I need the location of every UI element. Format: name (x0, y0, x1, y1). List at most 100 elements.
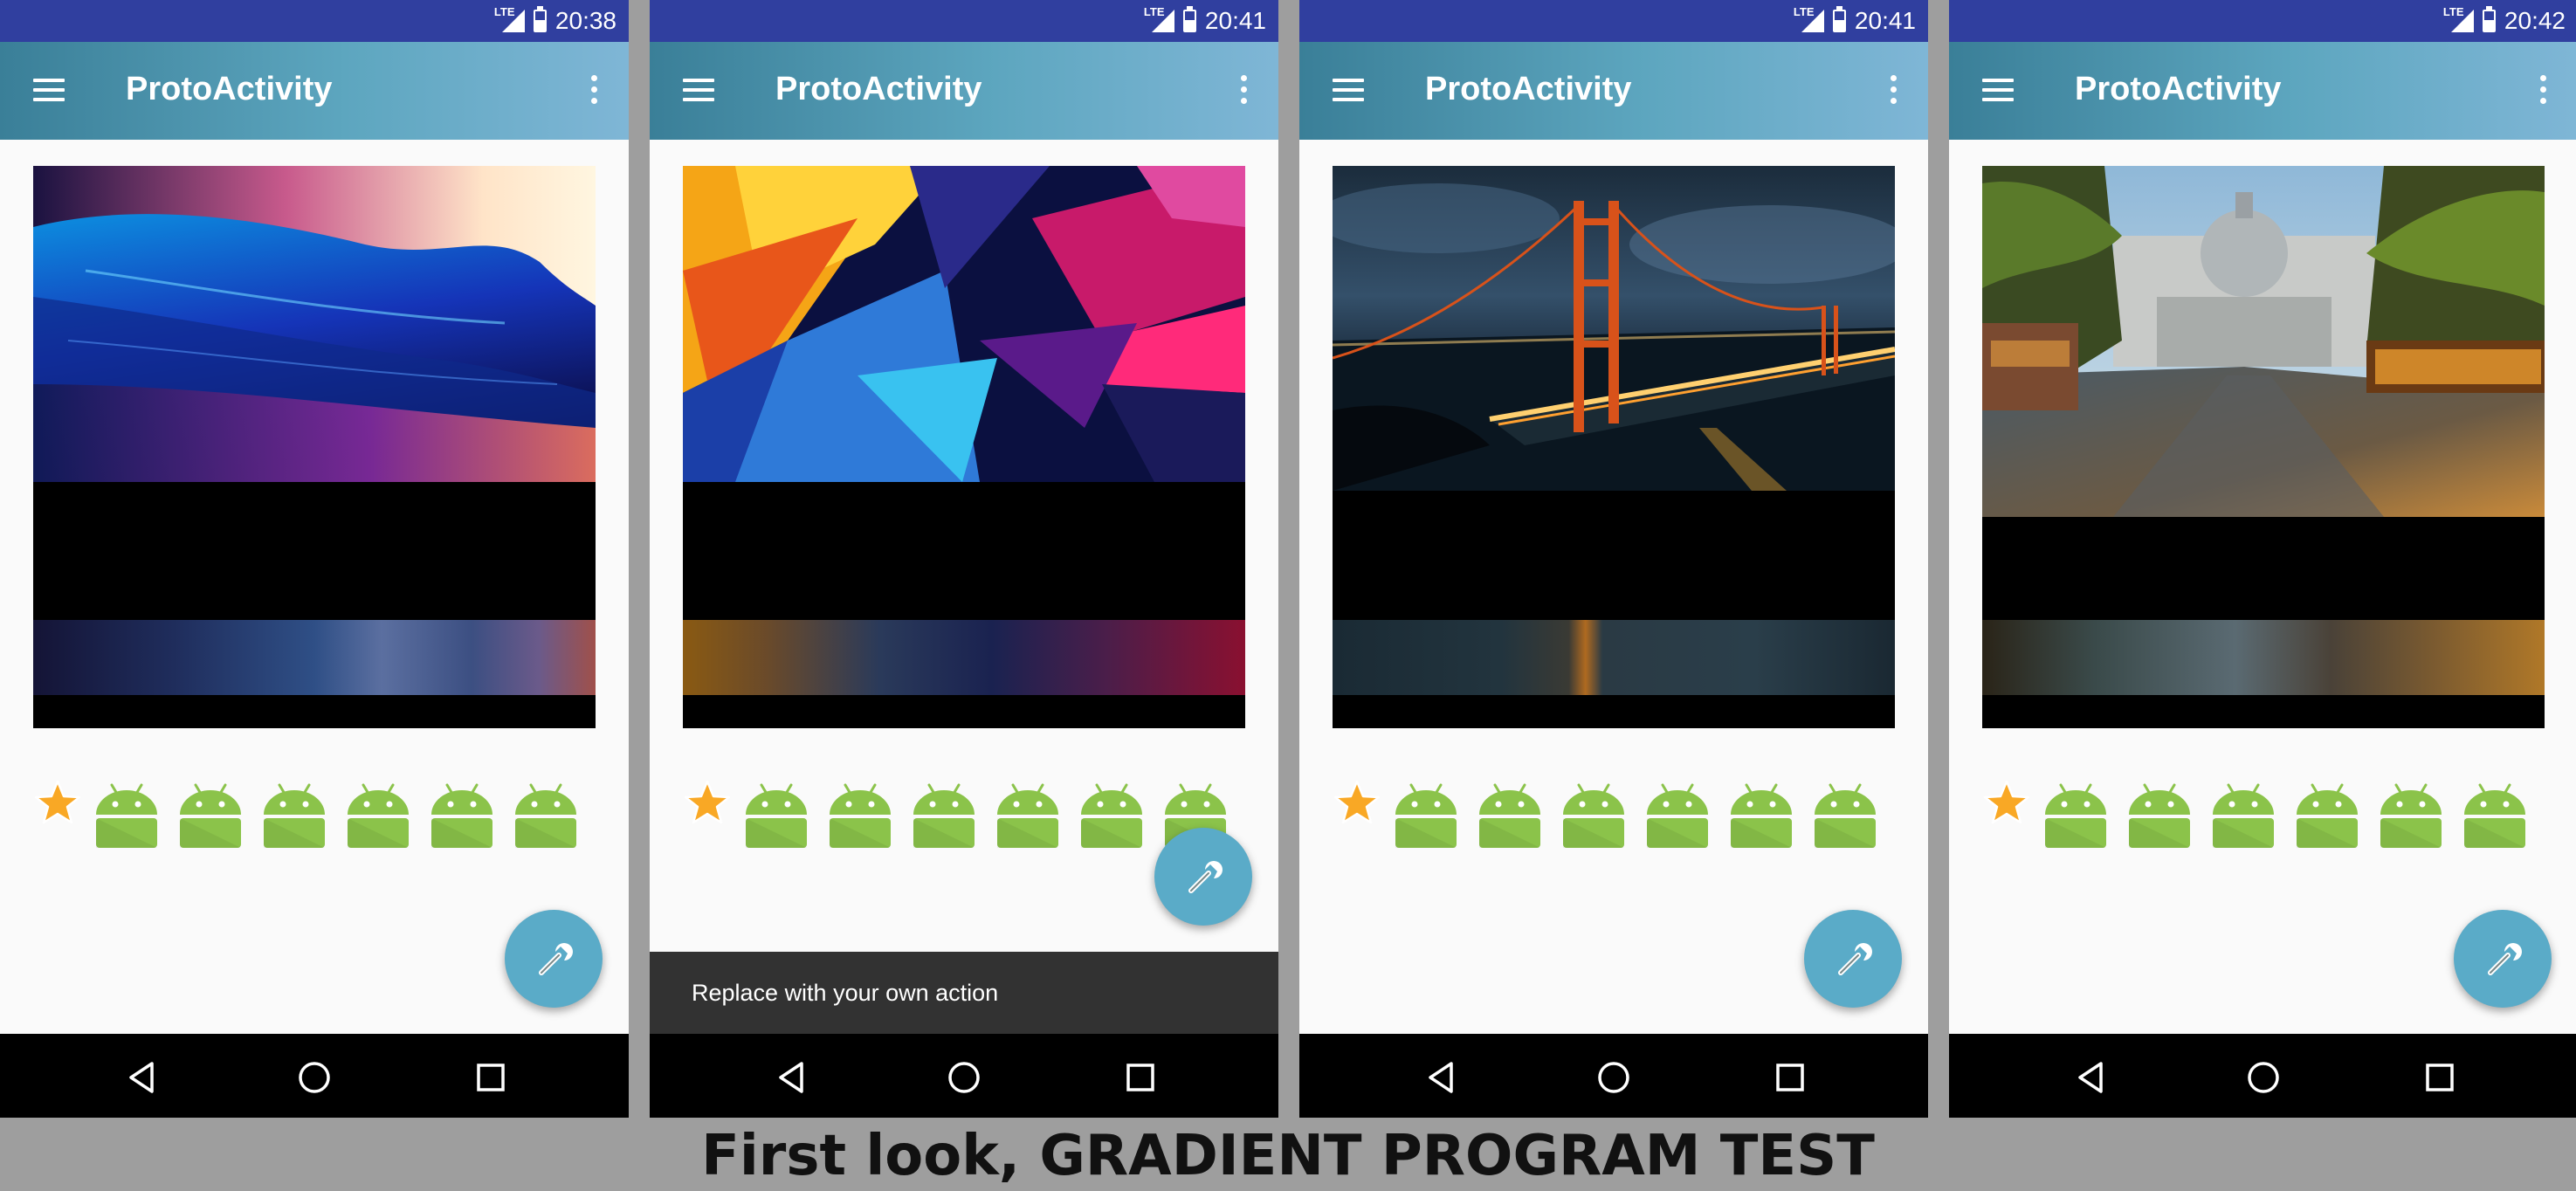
wrench-icon (539, 943, 573, 975)
wrench-fab-button[interactable] (1154, 828, 1252, 926)
android-robot-icon[interactable] (2543, 780, 2548, 848)
app-title: ProtoActivity (1425, 71, 1632, 107)
status-bar: LTE 20:38 (0, 0, 629, 42)
hamburger-menu-icon[interactable] (683, 77, 714, 103)
back-triangle-icon[interactable] (1422, 1058, 1460, 1097)
icon-row (33, 773, 599, 848)
android-robot-icon[interactable] (342, 780, 414, 848)
photo-abstract-wave (33, 166, 596, 482)
android-robot-icon[interactable] (258, 780, 330, 848)
battery-icon (1182, 6, 1196, 32)
app-title: ProtoActivity (775, 71, 982, 107)
phone-screen-1: LTE 20:38 ProtoActivity (0, 0, 629, 1118)
back-triangle-icon[interactable] (772, 1058, 810, 1097)
battery-icon (533, 6, 547, 32)
app-toolbar: ProtoActivity (1299, 42, 1928, 140)
gradient-strip (1982, 620, 2545, 695)
image-preview (1982, 166, 2545, 728)
app-title: ProtoActivity (2075, 71, 2282, 107)
star-icon[interactable] (1982, 778, 2031, 827)
figure-caption: First look, GRADIENT PROGRAM TEST (701, 1124, 1875, 1188)
navigation-bar (1299, 1034, 1928, 1118)
android-robot-icon[interactable] (2208, 780, 2279, 848)
android-robot-icon[interactable] (1558, 780, 1629, 848)
app-toolbar: ProtoActivity (650, 42, 1278, 140)
star-icon[interactable] (683, 778, 732, 827)
image-preview (1333, 166, 1895, 728)
recents-square-icon[interactable] (472, 1058, 510, 1097)
android-robot-icon[interactable] (91, 780, 162, 848)
image-preview (683, 166, 1245, 728)
android-robot-icon[interactable] (992, 780, 1064, 848)
app-toolbar: ProtoActivity (0, 42, 629, 140)
overflow-menu-icon[interactable] (589, 73, 599, 107)
home-circle-icon[interactable] (1595, 1058, 1633, 1097)
android-robot-icon[interactable] (908, 780, 980, 848)
android-robot-icon[interactable] (594, 780, 599, 848)
battery-icon (1832, 6, 1846, 32)
android-robot-icon[interactable] (1076, 780, 1147, 848)
status-time: 20:41 (1854, 7, 1916, 34)
wrench-icon (1188, 861, 1223, 893)
wrench-fab-button[interactable] (2454, 910, 2552, 1008)
hamburger-menu-icon[interactable] (1333, 77, 1364, 103)
recents-square-icon[interactable] (2421, 1058, 2459, 1097)
star-icon[interactable] (33, 778, 82, 827)
android-robot-icon[interactable] (1725, 780, 1797, 848)
wrench-fab-button[interactable] (505, 910, 603, 1008)
android-robot-icon[interactable] (1642, 780, 1713, 848)
lte-signal-icon: LTE (1142, 6, 1174, 34)
android-robot-icon[interactable] (2375, 780, 2447, 848)
android-robot-icon[interactable] (175, 780, 246, 848)
snackbar-message: Replace with your own action (692, 980, 999, 1006)
android-robot-icon[interactable] (2124, 780, 2195, 848)
android-robot-icon[interactable] (2459, 780, 2531, 848)
hamburger-menu-icon[interactable] (1982, 77, 2014, 103)
icon-row (1982, 773, 2548, 848)
wrench-fab-button[interactable] (1804, 910, 1902, 1008)
wrench-icon (1838, 943, 1872, 975)
android-robot-icon[interactable] (2291, 780, 2363, 848)
photo-abstract-shards (683, 166, 1245, 482)
android-robot-icon[interactable] (824, 780, 896, 848)
star-icon[interactable] (1333, 778, 1381, 827)
android-robot-icon[interactable] (740, 780, 812, 848)
battery-icon (2482, 6, 2496, 32)
status-time: 20:42 (2504, 7, 2566, 34)
photo-street-scene (1982, 166, 2545, 517)
gradient-strip (1333, 620, 1895, 695)
back-triangle-icon[interactable] (2071, 1058, 2110, 1097)
icon-row (1333, 773, 1898, 848)
android-robot-icon[interactable] (510, 780, 582, 848)
android-robot-icon[interactable] (1243, 780, 1249, 848)
android-robot-icon[interactable] (1390, 780, 1462, 848)
status-bar: LTE 20:42 (1949, 0, 2576, 42)
phone-screen-4: LTE 20:42 ProtoActivity (1949, 0, 2576, 1118)
back-triangle-icon[interactable] (122, 1058, 161, 1097)
home-circle-icon[interactable] (295, 1058, 334, 1097)
gradient-strip (683, 620, 1245, 695)
home-circle-icon[interactable] (2244, 1058, 2283, 1097)
recents-square-icon[interactable] (1121, 1058, 1160, 1097)
app-title: ProtoActivity (126, 71, 333, 107)
image-preview (33, 166, 596, 728)
overflow-menu-icon[interactable] (2538, 73, 2548, 107)
status-bar: LTE 20:41 (1299, 0, 1928, 42)
phone-screen-2: LTE 20:41 ProtoActivity Replace with you… (650, 0, 1278, 1118)
overflow-menu-icon[interactable] (1238, 73, 1249, 107)
lte-signal-icon: LTE (492, 6, 525, 34)
overflow-menu-icon[interactable] (1888, 73, 1898, 107)
android-robot-icon[interactable] (2040, 780, 2111, 848)
android-robot-icon[interactable] (426, 780, 498, 848)
home-circle-icon[interactable] (945, 1058, 983, 1097)
android-robot-icon[interactable] (1893, 780, 1898, 848)
app-toolbar: ProtoActivity (1949, 42, 2576, 140)
navigation-bar (0, 1034, 629, 1118)
navigation-bar (1949, 1034, 2576, 1118)
hamburger-menu-icon[interactable] (33, 77, 65, 103)
android-robot-icon[interactable] (1474, 780, 1546, 848)
snackbar: Replace with your own action (650, 952, 1278, 1034)
recents-square-icon[interactable] (1771, 1058, 1809, 1097)
phone-screen-3: LTE 20:41 ProtoActivity (1299, 0, 1928, 1118)
android-robot-icon[interactable] (1809, 780, 1881, 848)
